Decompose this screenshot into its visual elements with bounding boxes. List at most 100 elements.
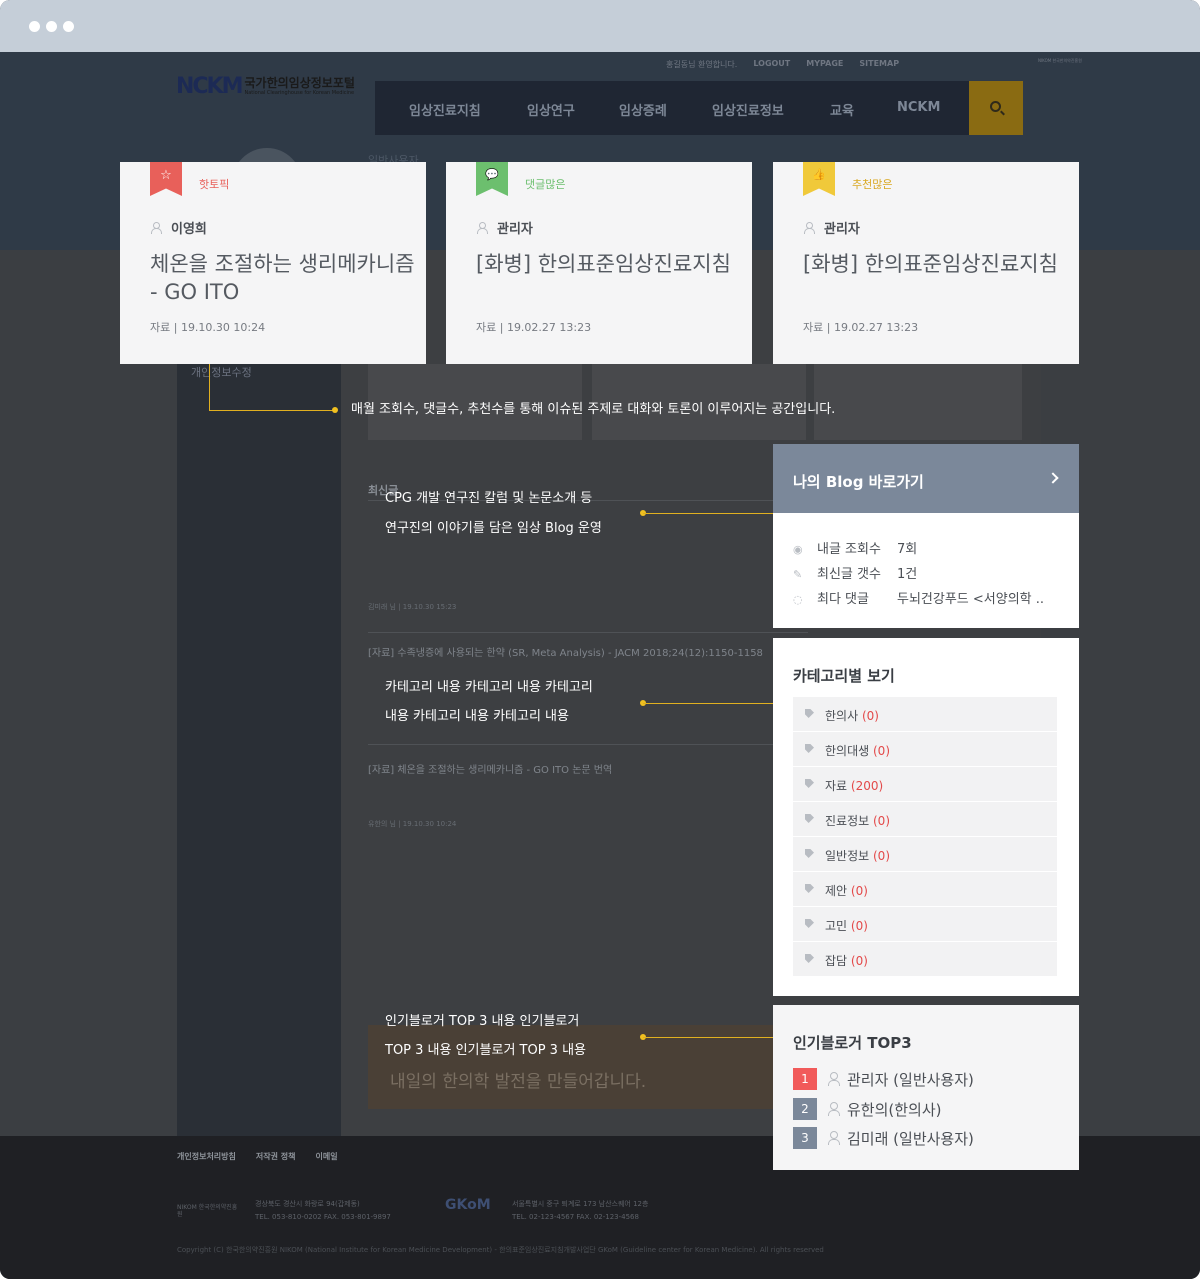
category-item[interactable]: 한의대생 (0) (793, 732, 1057, 766)
top-blogger-item[interactable]: 3 김미래 (일반사용자) (793, 1127, 974, 1149)
category-count: (0) (873, 744, 890, 758)
chevron-right-icon (1047, 472, 1059, 484)
browser-frame: NCKM 국가한의임상정보포털 National Clearinghouse f… (0, 0, 1200, 1279)
window-dot-icon[interactable] (46, 21, 57, 32)
copyright-text: Copyright (C) 한국한의약진흥원 NIKOM (National I… (177, 1246, 824, 1254)
window-dot-icon[interactable] (29, 21, 40, 32)
logo-subtitle: National Clearinghouse for Korean Medici… (244, 90, 355, 96)
category-name: 자료 (825, 779, 848, 793)
category-count: (0) (850, 954, 868, 968)
author-name: 관리자 (824, 222, 860, 237)
card-author: 관리자 (803, 218, 860, 237)
ghost-card (814, 364, 1022, 440)
blog-stat-views: ◉ 내글 조회수 7회 (793, 538, 917, 557)
callout-line (209, 364, 210, 410)
callout-blog-line2: 연구진의 이야기를 담은 임상 Blog 운영 (385, 521, 602, 536)
nav-item-cases[interactable]: 임상증례 (619, 100, 667, 119)
category-count: (200) (850, 779, 884, 793)
copyright-policy-link[interactable]: 저작권 정책 (256, 1151, 296, 1162)
category-name: 잡담 (825, 954, 848, 968)
my-blog-title: 나의 Blog 바로가기 (793, 473, 924, 491)
blog-stat-comments[interactable]: ◌ 최다 댓글 두뇌건강푸드 <서양의학 .. (793, 588, 1044, 607)
card-author: 관리자 (476, 218, 533, 237)
category-item[interactable]: 고민 (0) (793, 907, 1057, 941)
tag-icon (805, 919, 814, 928)
nav-item-research[interactable]: 임상연구 (527, 100, 575, 119)
hot-topic-card[interactable]: ☆ 핫토픽 이영희 체온을 조절하는 생리메카니즘 - GO ITO 자료 | … (120, 162, 426, 364)
gkom-address-line: 서울특별시 중구 퇴계로 173 남산스퀘어 12층 (512, 1200, 649, 1208)
category-count: (0) (873, 814, 890, 828)
my-blog-widget: 나의 Blog 바로가기 ◉ 내글 조회수 7회 ✎ 최신글 갯수 1건 ◌ 최다 댓글 두… (773, 444, 1079, 628)
category-count: (0) (861, 709, 879, 723)
category-item[interactable]: 자료 (200) (793, 767, 1057, 801)
banner-text: 내일의 한의학 발전을 만들어갑니다. (390, 1072, 647, 1092)
tag-icon (805, 884, 814, 893)
blog-stat-posts: ✎ 최신글 갯수 1건 (793, 563, 917, 582)
top-bloggers-title: 인기블로거 TOP3 (793, 1034, 912, 1052)
tag-icon (805, 744, 814, 753)
top-blogger-item[interactable]: 2 유한의(한의사) (793, 1098, 942, 1120)
category-item[interactable]: 일반정보 (0) (793, 837, 1057, 871)
window-dot-icon[interactable] (63, 21, 74, 32)
privacy-policy-link[interactable]: 개인정보처리방침 (177, 1151, 236, 1162)
category-name: 한의대생 (825, 744, 870, 758)
badge: 💬 (476, 162, 508, 196)
search-button[interactable] (969, 81, 1023, 135)
greeting-text: 홍길동님 환영합니다. (666, 60, 738, 69)
ghost-post-title[interactable]: [자료] 수족냉증에 사용되는 한약 (SR, Meta Analysis) -… (368, 644, 763, 659)
nav-item-education[interactable]: 교육 (830, 100, 854, 119)
divider (368, 744, 808, 745)
divider (368, 632, 808, 633)
most-comments-card[interactable]: 💬 댓글많은 관리자 [화병] 한의표준임상진료지침 자료 | 19.02.27… (446, 162, 752, 364)
nav-item-nckm[interactable]: NCKM (897, 100, 940, 115)
blogger-name: 유한의(한의사) (847, 1100, 942, 1119)
callout-line (643, 1037, 773, 1038)
comment-icon: ◌ (793, 593, 803, 606)
nikom-mini-logo[interactable]: NIKOM 한국한의약진흥원 (1038, 58, 1094, 76)
main-nav: 임상진료지침 임상연구 임상증례 임상진료정보 교육 NCKM (375, 81, 969, 135)
category-count: (0) (873, 849, 890, 863)
card-label: 추천많은 (852, 178, 893, 191)
site-logo[interactable]: NCKM 국가한의임상정보포털 National Clearinghouse f… (176, 72, 355, 100)
logout-link[interactable]: LOGOUT (753, 59, 790, 70)
category-name: 제안 (825, 884, 848, 898)
card-title[interactable]: 체온을 조절하는 생리메카니즘 - GO ITO (150, 250, 420, 306)
comment-icon: 💬 (485, 168, 499, 181)
callout-dot (332, 407, 338, 413)
nav-item-guidelines[interactable]: 임상진료지침 (409, 100, 481, 119)
category-widget: 카테고리별 보기 한의사 (0) 한의대생 (0) 자료 (200) 진료정보 … (773, 638, 1079, 996)
category-item[interactable]: 진료정보 (0) (793, 802, 1057, 836)
card-title[interactable]: [화병] 한의표준임상진료지침 (803, 250, 1073, 278)
category-item[interactable]: 제안 (0) (793, 872, 1057, 906)
nikom-address: 경상북도 경산시 화랑로 94(갑제동) TEL. 053-810-0202 F… (255, 1198, 391, 1224)
user-icon (827, 1102, 841, 1116)
stat-value: 7회 (897, 542, 918, 557)
category-count: (0) (850, 919, 868, 933)
gkom-logo: GKoM (445, 1197, 491, 1213)
email-link[interactable]: 이메일 (315, 1151, 337, 1162)
my-blog-link[interactable]: 나의 Blog 바로가기 (773, 444, 1079, 513)
card-title[interactable]: [화병] 한의표준임상진료지침 (476, 250, 746, 278)
author-name: 관리자 (497, 222, 533, 237)
callout-blog-line1: CPG 개발 연구진 칼럼 및 논문소개 등 (385, 491, 593, 506)
logo-name: 국가한의임상정보포털 (244, 76, 355, 90)
callout-issue-text: 매월 조회수, 댓글수, 추천수를 통해 이슈된 주제로 대화와 토론이 이루어… (351, 402, 836, 417)
category-name: 한의사 (825, 709, 859, 723)
eye-icon: ◉ (793, 543, 803, 556)
lnb-item-profile-edit[interactable]: 개인정보수정 (191, 364, 252, 380)
gkom-address: 서울특별시 중구 퇴계로 173 남산스퀘어 12층 TEL. 02-123-4… (512, 1198, 648, 1224)
nav-item-clinical-info[interactable]: 임상진료정보 (712, 100, 784, 119)
most-recommended-card[interactable]: 👍 추천많은 관리자 [화병] 한의표준임상진료지침 자료 | 19.02.27… (773, 162, 1079, 364)
mypage-link[interactable]: MYPAGE (806, 59, 843, 70)
stat-label: 최다 댓글 (817, 592, 869, 607)
category-title: 카테고리별 보기 (793, 667, 895, 685)
sitemap-link[interactable]: SITEMAP (859, 59, 899, 70)
ghost-post-title[interactable]: [자료] 체온을 조절하는 생리메카니즘 - GO ITO 논문 번역 (368, 761, 612, 776)
top-blogger-item[interactable]: 1 관리자 (일반사용자) (793, 1068, 974, 1090)
star-icon: ☆ (160, 168, 172, 183)
stat-value: 두뇌건강푸드 <서양의학 .. (897, 592, 1045, 607)
category-item[interactable]: 잡담 (0) (793, 942, 1057, 976)
footer-links: 개인정보처리방침 저작권 정책 이메일 (177, 1151, 338, 1162)
user-icon (150, 222, 162, 234)
category-item[interactable]: 한의사 (0) (793, 697, 1057, 731)
